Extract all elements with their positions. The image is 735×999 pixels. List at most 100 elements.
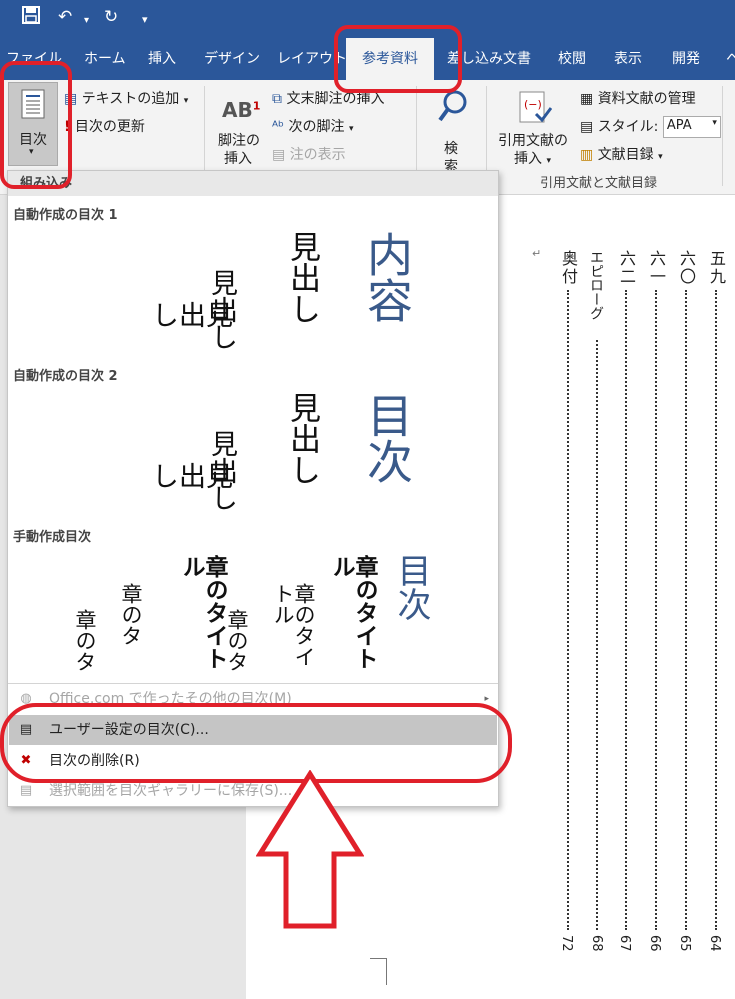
tab-references[interactable]: 参考資料: [346, 38, 434, 80]
menu-item-more-toc[interactable]: ◍ Office.com で作ったその他の目次(M) ▸: [9, 684, 497, 714]
insert-citation-button[interactable]: (−) 引用文献の 挿入 ▾: [496, 88, 576, 168]
bibliography-button[interactable]: ▥ 文献目録 ▾: [580, 144, 663, 164]
group-separator: [722, 86, 723, 186]
gallery-chapter-2: 章のタイトル: [271, 583, 316, 667]
gallery-heading-1: 見出し: [284, 231, 320, 324]
insert-citation-label-2: 挿入 ▾: [514, 151, 551, 167]
chevron-down-icon: ▾: [546, 156, 551, 166]
leader-dots: [625, 290, 627, 930]
insert-footnote-label-2: 挿入: [224, 151, 252, 167]
save-icon[interactable]: [22, 6, 40, 30]
add-text-icon: ▤: [64, 91, 78, 107]
insert-citation-label: 引用文献の: [498, 133, 568, 149]
leader-dots: [715, 290, 717, 930]
manage-sources-icon: ▦: [580, 91, 594, 107]
footnote-icon: AB1: [222, 98, 261, 122]
tab-help[interactable]: ヘ: [726, 38, 735, 80]
chevron-down-icon: ▾: [348, 124, 354, 134]
next-footnote-button[interactable]: ᴬᵇ 次の脚注 ▾: [272, 116, 353, 136]
custom-toc-icon: ▤: [19, 722, 33, 737]
gallery-item-auto-toc-1[interactable]: 内容 見出し 見出し 見出し: [8, 223, 498, 353]
style-dropdown[interactable]: APA ▾: [662, 116, 721, 138]
tab-view[interactable]: 表示: [614, 38, 642, 80]
tab-mailings[interactable]: 差し込み文書: [447, 38, 531, 80]
page-number: 68: [589, 935, 604, 952]
tab-layout[interactable]: レイアウト: [277, 38, 347, 80]
gallery-item-manual-toc[interactable]: 目次 章のタイトル 章のタイトル 章のタ 章のタイトル 章のタ 章のタ: [8, 545, 498, 675]
tab-developer[interactable]: 開発: [672, 38, 700, 80]
gallery-chapter-1: 章のタイトル: [328, 555, 378, 670]
menu-header-builtin: 組み込み: [8, 171, 498, 196]
arrow-up-icon: [256, 770, 364, 929]
toc-entry-text: 奥付: [559, 250, 578, 286]
next-footnote-icon: ᴬᵇ: [272, 119, 285, 135]
bibliography-icon: ▥: [580, 147, 594, 163]
smart-lookup-button[interactable]: 検 索: [428, 88, 474, 175]
tab-home[interactable]: ホーム: [84, 38, 126, 80]
menu-item-save-to-gallery[interactable]: ▤ 選択範囲を目次ギャラリーに保存(S)...: [9, 776, 497, 806]
citation-icon: (−): [518, 90, 553, 128]
toc-entry-text: 六二: [617, 250, 636, 286]
quick-access-toolbar: ↶ ▾ ↻ ▾: [0, 0, 735, 38]
customize-qat-icon[interactable]: ▾: [142, 9, 148, 31]
leader-dots: [685, 290, 687, 930]
chevron-down-icon: ▾: [658, 152, 663, 162]
leader-dots: [655, 290, 657, 930]
gallery-toc-title: 目次: [360, 392, 414, 484]
show-notes-button[interactable]: ▤ 注の表示: [272, 144, 346, 164]
undo-dropdown-icon[interactable]: ▾: [84, 10, 89, 32]
page-number: 66: [647, 935, 662, 952]
chevron-down-icon: ▾: [712, 118, 717, 128]
page-number: 65: [677, 935, 692, 952]
toc-entry-text: 六〇: [677, 250, 696, 286]
add-text-button[interactable]: ▤ テキストの追加 ▾: [64, 88, 188, 108]
tab-design[interactable]: デザイン: [204, 38, 260, 80]
page-corner-mark: [370, 958, 387, 985]
toc-button[interactable]: 目次 ▾: [8, 82, 58, 166]
toc-entry-text: エピローグ: [588, 250, 604, 320]
menu-item-remove-toc[interactable]: ✖ 目次の削除(R): [9, 746, 497, 776]
chevron-right-icon: ▸: [484, 694, 489, 704]
page-number: 64: [707, 935, 722, 952]
ribbon-tabs: ファイル ホーム 挿入 デザイン レイアウト 参考資料 差し込み文書 校閲 表示…: [0, 38, 735, 80]
gallery-toc-title: 内容: [360, 231, 414, 323]
insert-endnote-button[interactable]: ⧉ 文末脚注の挿入: [272, 88, 384, 108]
group-label-citations: 引用文献と文献目録: [540, 176, 658, 191]
toc-entry-text: 六一: [647, 250, 666, 286]
manage-sources-button[interactable]: ▦ 資料文献の管理: [580, 88, 696, 108]
endnote-icon: ⧉: [272, 91, 282, 107]
gallery-chapter-5: 章のタ: [119, 583, 143, 646]
gallery-item-auto-toc-2[interactable]: 目次 見出し 見出し 見出し: [8, 384, 498, 514]
page-number: 67: [617, 935, 632, 952]
insert-footnote-button[interactable]: AB1 脚注の 挿入: [216, 90, 266, 174]
gallery-chapter-3: 章のタ: [225, 609, 249, 672]
tab-file[interactable]: ファイル: [6, 38, 62, 80]
style-selector: ▤ スタイル: APA ▾: [580, 116, 721, 138]
gallery-section-title: 手動作成目次: [13, 530, 92, 545]
page-number: 72: [559, 935, 574, 952]
undo-icon[interactable]: ↶: [58, 6, 72, 28]
insert-footnote-label: 脚注の: [218, 133, 260, 149]
paragraph-mark: ↵: [532, 247, 542, 260]
tab-review[interactable]: 校閲: [558, 38, 586, 80]
chevron-down-icon: ▾: [29, 147, 34, 157]
gallery-heading-3: 見出し: [147, 462, 232, 489]
search-label-1: 検: [444, 141, 458, 157]
tab-insert[interactable]: 挿入: [148, 38, 176, 80]
svg-text:(−): (−): [524, 98, 542, 111]
leader-dots: [596, 340, 598, 930]
toc-entry-text: 五九: [707, 250, 726, 286]
update-toc-button[interactable]: ! 目次の更新: [64, 116, 145, 136]
globe-icon: ◍: [20, 691, 32, 706]
menu-item-custom-toc[interactable]: ▤ ユーザー設定の目次(C)...: [9, 715, 497, 745]
chevron-down-icon: ▾: [183, 96, 189, 106]
leader-dots: [567, 290, 569, 930]
remove-toc-icon: ✖: [20, 753, 32, 768]
redo-icon[interactable]: ↻: [104, 6, 118, 28]
gallery-chapter-4: 章のタイトル: [178, 555, 228, 670]
gallery-heading-1: 見出し: [284, 392, 320, 485]
toc-icon: [21, 89, 45, 123]
gallery-section-title: 自動作成の目次 1: [13, 208, 118, 223]
gallery-section-title: 自動作成の目次 2: [13, 369, 118, 384]
update-toc-icon: !: [64, 119, 71, 135]
